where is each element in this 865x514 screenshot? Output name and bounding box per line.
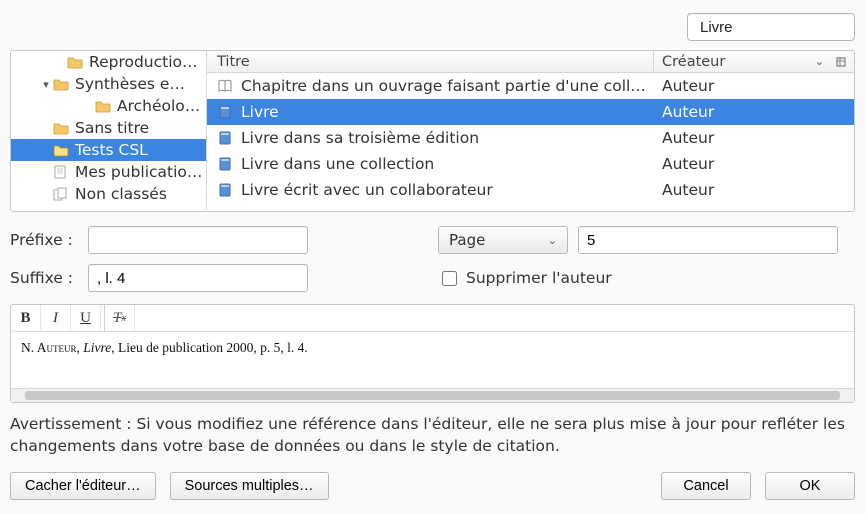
collections-tree[interactable]: Reproductio…▾Synthèses e…Archéolo…Sans t…: [11, 51, 207, 211]
hide-editor-button[interactable]: Cacher l'éditeur…: [10, 472, 156, 500]
preview-author: N. Auteur: [21, 340, 77, 355]
multiple-sources-button[interactable]: Sources multiples…: [170, 472, 329, 500]
suppress-author-label: Supprimer l'auteur: [466, 269, 612, 287]
cancel-button[interactable]: Cancel: [661, 472, 751, 500]
suffix-input[interactable]: [88, 264, 308, 292]
preview-title: Livre: [83, 340, 111, 355]
ok-button[interactable]: OK: [765, 472, 855, 500]
item-row[interactable]: Livre écrit avec un collaborateurAuteur: [207, 177, 854, 203]
column-title[interactable]: Titre: [207, 51, 654, 72]
preview-rest: , Lieu de publication 2000, p. 5, l. 4.: [111, 340, 307, 355]
tree-item[interactable]: Reproductio…: [11, 51, 206, 73]
bold-button[interactable]: B: [11, 305, 41, 332]
prefix-label: Préfixe :: [10, 231, 88, 249]
search-field[interactable]: [687, 13, 855, 41]
italic-button[interactable]: I: [41, 305, 71, 332]
locator-type-select[interactable]: Page ⌄: [438, 226, 568, 254]
editor-toolbar: B I U Tx: [11, 305, 854, 332]
tree-item[interactable]: Tests CSL: [11, 139, 206, 161]
clear-formatting-button[interactable]: Tx: [105, 305, 135, 332]
horizontal-scrollbar[interactable]: [11, 388, 854, 402]
items-list[interactable]: Titre Créateur ⌄ Chapitre dans un ouvrag…: [207, 51, 854, 211]
tree-item[interactable]: Archéolo…: [11, 95, 206, 117]
item-row[interactable]: Livre dans sa troisième éditionAuteur: [207, 125, 854, 151]
chevron-down-icon: ⌄: [548, 234, 557, 247]
column-menu-icon[interactable]: [836, 57, 846, 67]
locator-value-input[interactable]: [578, 226, 838, 254]
suffix-label: Suffixe :: [10, 269, 88, 287]
tree-item[interactable]: Non classés: [11, 183, 206, 205]
underline-button[interactable]: U: [71, 305, 101, 332]
tree-item[interactable]: ▾Synthèses e…: [11, 73, 206, 95]
item-row[interactable]: Livre dans une collectionAuteur: [207, 151, 854, 177]
prefix-input[interactable]: [88, 226, 308, 254]
suppress-author-checkbox[interactable]: [442, 271, 457, 286]
citation-editor[interactable]: N. Auteur, Livre, Lieu de publication 20…: [11, 332, 854, 388]
tree-item[interactable]: Mes publicatio…: [11, 161, 206, 183]
editor-warning: Avertissement : Si vous modifiez une réf…: [10, 413, 855, 458]
item-row[interactable]: LivreAuteur: [207, 99, 854, 125]
tree-item[interactable]: Sans titre: [11, 117, 206, 139]
sort-indicator-icon: ⌄: [815, 55, 824, 68]
column-creator[interactable]: Créateur ⌄: [654, 51, 854, 72]
items-header: Titre Créateur ⌄: [207, 51, 854, 73]
search-input[interactable]: [700, 19, 865, 36]
item-row[interactable]: Chapitre dans un ouvrage faisant partie …: [207, 73, 854, 99]
